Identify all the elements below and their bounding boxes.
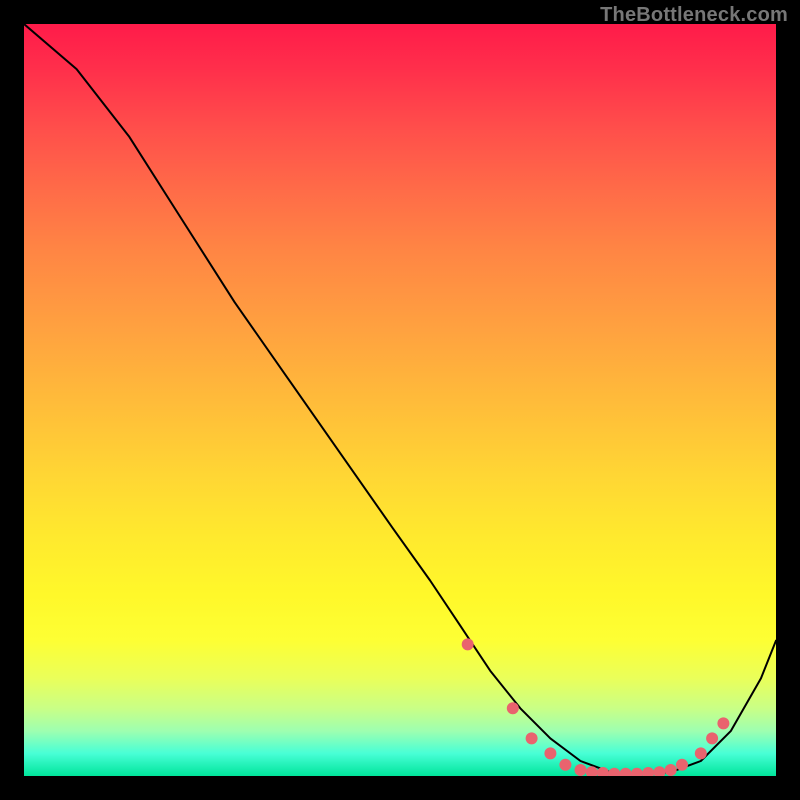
curve-marker xyxy=(706,732,718,744)
bottleneck-curve xyxy=(24,24,776,774)
curve-marker xyxy=(676,759,688,771)
chart-stage: TheBottleneck.com xyxy=(0,0,800,800)
curve-marker xyxy=(665,764,677,776)
curve-marker xyxy=(695,747,707,759)
curve-marker xyxy=(526,732,538,744)
curve-marker xyxy=(608,768,620,776)
curve-marker xyxy=(717,717,729,729)
curve-marker xyxy=(507,702,519,714)
curve-marker xyxy=(559,759,571,771)
curve-marker xyxy=(653,766,665,776)
curve-markers xyxy=(462,638,730,776)
chart-overlay xyxy=(24,24,776,776)
curve-marker xyxy=(642,767,654,776)
plot-area xyxy=(24,24,776,776)
curve-marker xyxy=(620,768,632,776)
curve-marker xyxy=(631,768,643,776)
curve-marker xyxy=(575,764,587,776)
curve-marker xyxy=(462,638,474,650)
curve-marker xyxy=(544,747,556,759)
